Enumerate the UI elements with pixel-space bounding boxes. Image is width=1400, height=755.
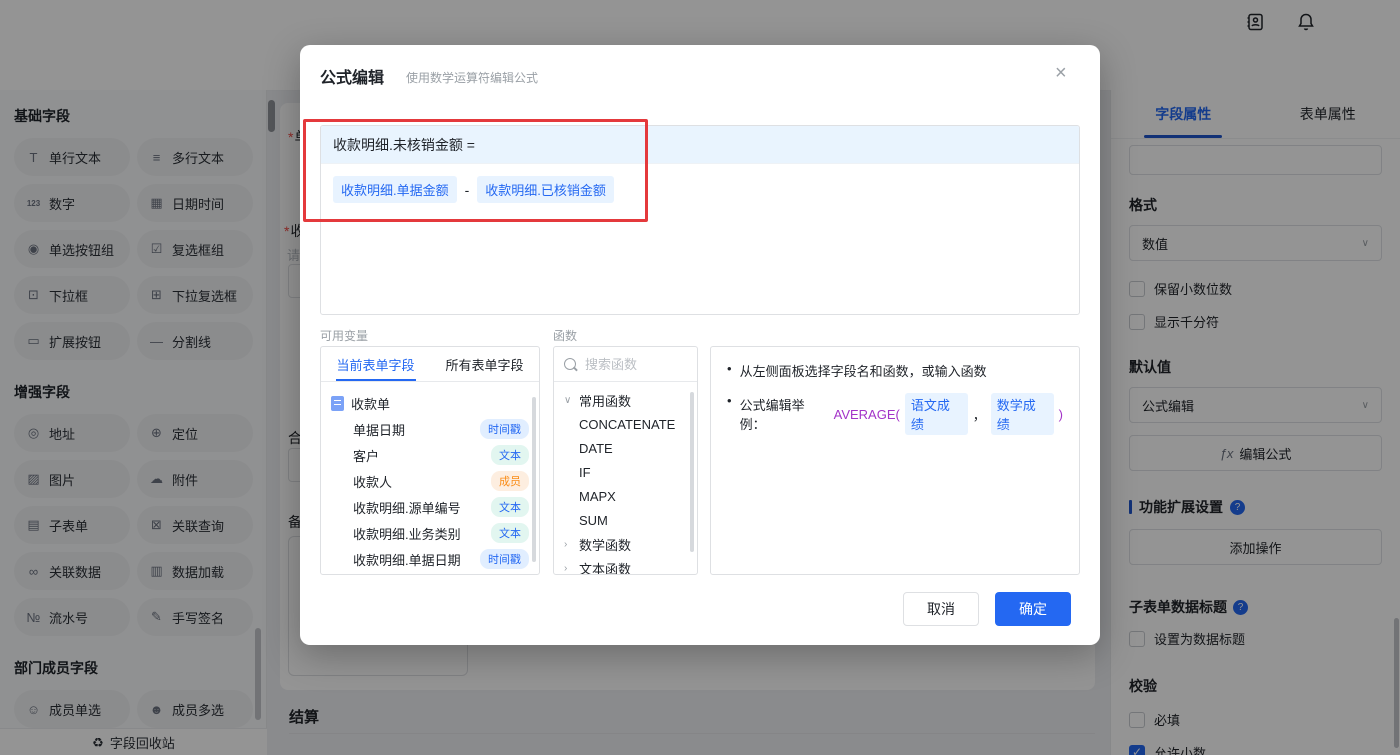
- function-item[interactable]: SUM: [564, 508, 687, 532]
- example-close-paren: ): [1058, 406, 1064, 422]
- annotation-highlight-box: [303, 119, 648, 222]
- variable-row[interactable]: 收款明细.单据日期 时间戳: [331, 546, 529, 572]
- function-item[interactable]: IF: [564, 460, 687, 484]
- variable-row[interactable]: 客户 文本: [331, 442, 529, 468]
- tab-all-form-fields[interactable]: 所有表单字段: [430, 347, 539, 381]
- example-function: AVERAGE(: [833, 406, 900, 422]
- function-group-common[interactable]: ∨ 常用函数: [564, 388, 687, 412]
- variables-label: 可用变量: [320, 329, 369, 343]
- example-chip-math-score: 数学成绩: [990, 393, 1054, 435]
- group-label: 常用函数: [579, 393, 632, 409]
- help-bullet: • 从左侧面板选择字段名和函数，或输入函数: [727, 361, 1063, 380]
- chevron-right-icon: ›: [564, 538, 568, 550]
- cancel-button[interactable]: 取消: [903, 592, 979, 626]
- variable-name: 收款明细.源单编号: [353, 500, 461, 516]
- variables-tabs: 当前表单字段 所有表单字段: [321, 347, 539, 382]
- modal-title: 公式编辑: [320, 70, 385, 87]
- variable-row[interactable]: 收款明细.源单编号 文本: [331, 494, 529, 520]
- type-badge: 时间戳: [480, 549, 529, 569]
- function-item[interactable]: CONCATENATE: [564, 412, 687, 436]
- example-separator: ，: [972, 407, 986, 423]
- group-label: 文本函数: [579, 561, 632, 575]
- variable-row[interactable]: 收款明细.业务类别 文本: [331, 520, 529, 546]
- help-text: 从左侧面板选择字段名和函数，或输入函数: [739, 364, 987, 379]
- type-badge: 文本: [491, 523, 529, 543]
- variable-row[interactable]: 收款人 成员: [331, 468, 529, 494]
- search-icon: [564, 358, 576, 370]
- variable-name: 收款明细.业务类别: [353, 526, 461, 542]
- functions-scrollbar[interactable]: [690, 392, 694, 552]
- formula-example: 公式编辑举例： AVERAGE( 语文成绩 ， 数学成绩 ): [740, 393, 1063, 435]
- functions-label: 函数: [553, 329, 578, 343]
- modal-subtitle: 使用数学运算符编辑公式: [406, 71, 539, 85]
- function-search[interactable]: [554, 347, 697, 382]
- chevron-right-icon: ›: [564, 562, 568, 574]
- variables-panel: 当前表单字段 所有表单字段 收款单 单据日期 时间戳 客户 文本 收款人 成员 收款明…: [320, 346, 540, 575]
- app: ‹ 收款单 表单设计 表单设置 数据管理 存 ↗ 表单外链 {} 后端脚本 ▤ …: [0, 0, 1400, 755]
- bullet-dot: •: [727, 393, 732, 408]
- function-group-text[interactable]: › 文本函数: [564, 556, 687, 575]
- close-icon[interactable]: ×: [1055, 63, 1067, 83]
- chevron-down-icon: ∨: [564, 394, 572, 406]
- help-panel: • 从左侧面板选择字段名和函数，或输入函数 • 公式编辑举例： AVERAGE( …: [710, 346, 1080, 575]
- variable-name: 单据日期: [353, 422, 406, 438]
- tree-root-label: 收款单: [351, 396, 391, 412]
- type-badge: 文本: [491, 445, 529, 465]
- tab-current-form-fields[interactable]: 当前表单字段: [321, 347, 430, 381]
- functions-panel: ∨ 常用函数 CONCATENATE DATE IF MAPX SUM › 数学函数…: [553, 346, 698, 575]
- functions-tree: ∨ 常用函数 CONCATENATE DATE IF MAPX SUM › 数学函数…: [554, 382, 697, 575]
- type-badge: 时间戳: [480, 419, 529, 439]
- function-search-input[interactable]: [583, 355, 687, 373]
- variables-tree: 收款单 单据日期 时间戳 客户 文本 收款人 成员 收款明细.源单编号 文本 收款明细.…: [321, 382, 539, 574]
- tree-root-form[interactable]: 收款单: [331, 390, 529, 416]
- type-badge: 成员: [491, 471, 529, 491]
- function-group-math[interactable]: › 数学函数: [564, 532, 687, 556]
- variables-scrollbar[interactable]: [532, 397, 536, 562]
- confirm-button[interactable]: 确定: [995, 592, 1071, 626]
- group-label: 数学函数: [579, 537, 632, 553]
- example-chip-chinese-score: 语文成绩: [904, 393, 968, 435]
- example-prefix: 公式编辑举例：: [739, 398, 805, 432]
- help-bullet-example: • 公式编辑举例： AVERAGE( 语文成绩 ， 数学成绩 ): [727, 393, 1063, 435]
- function-item[interactable]: MAPX: [564, 484, 687, 508]
- function-item[interactable]: DATE: [564, 436, 687, 460]
- variable-row[interactable]: 单据日期 时间戳: [331, 416, 529, 442]
- document-icon: [331, 395, 344, 411]
- variable-name: 收款明细.单据日期: [353, 552, 461, 568]
- type-badge: 文本: [491, 497, 529, 517]
- variable-name: 收款人: [353, 474, 393, 490]
- bullet-dot: •: [727, 361, 732, 376]
- variable-name: 客户: [353, 448, 380, 464]
